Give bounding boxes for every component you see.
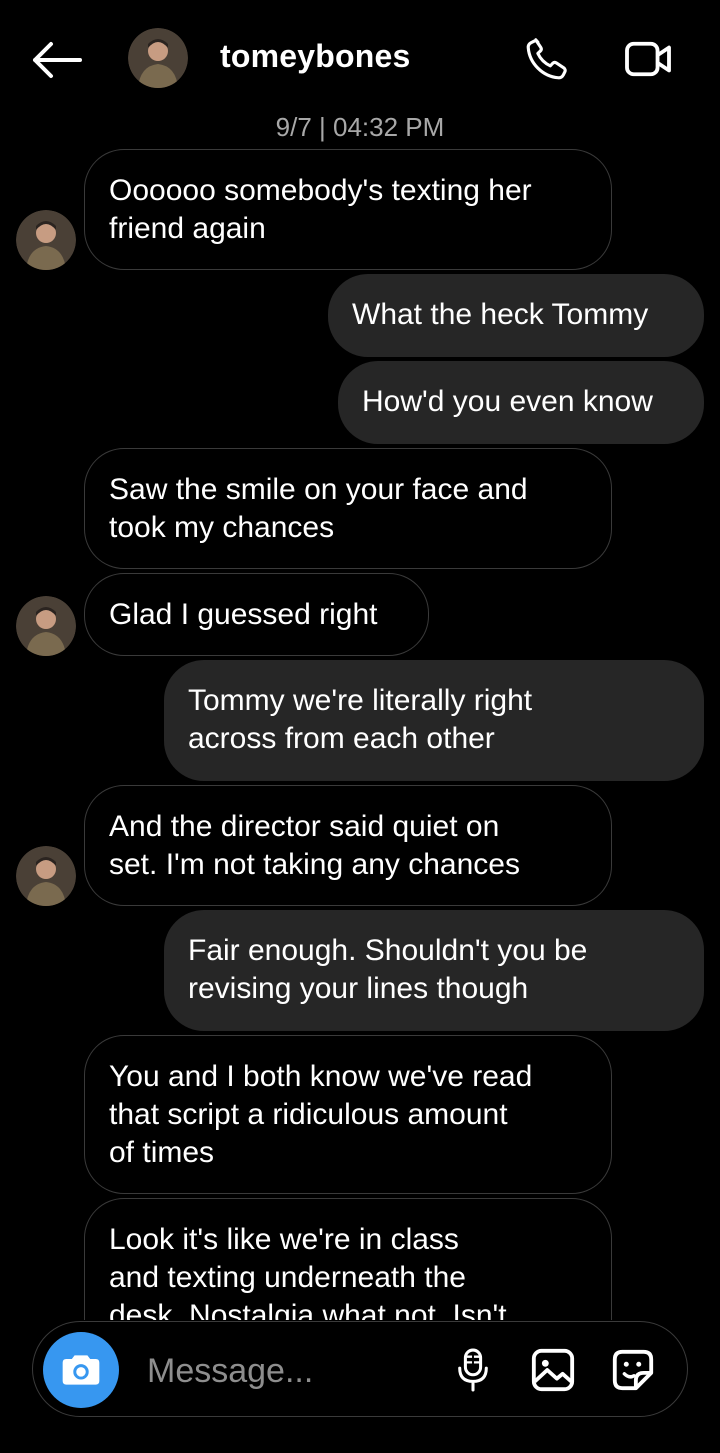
gallery-icon — [531, 1348, 575, 1392]
call-button[interactable] — [520, 32, 574, 86]
back-button[interactable] — [28, 36, 84, 84]
message-bubble-incoming[interactable]: You and I both know we've read that scri… — [84, 1035, 612, 1194]
header-avatar[interactable] — [128, 28, 188, 88]
chat-header: tomeybones — [0, 0, 720, 118]
camera-button[interactable] — [43, 1332, 119, 1408]
message-bubble-incoming[interactable]: Look it's like we're in class and textin… — [84, 1198, 612, 1320]
phone-icon — [526, 38, 567, 80]
message-bubble-incoming[interactable]: Oooooo somebody's texting her friend aga… — [84, 149, 612, 270]
avatar[interactable] — [16, 210, 76, 270]
camera-icon — [62, 1355, 100, 1385]
message-bubble-outgoing[interactable]: Fair enough. Shouldn't you be revising y… — [164, 910, 704, 1031]
message-composer — [32, 1321, 688, 1417]
sticker-icon — [612, 1349, 654, 1391]
message-bubble-outgoing[interactable]: Tommy we're literally right across from … — [164, 660, 704, 781]
username[interactable]: tomeybones — [220, 38, 410, 75]
avatar[interactable] — [16, 846, 76, 906]
sticker-button[interactable] — [609, 1346, 657, 1394]
video-camera-icon — [625, 41, 671, 77]
message-bubble-incoming[interactable]: And the director said quiet on set. I'm … — [84, 785, 612, 906]
message-bubble-incoming[interactable]: Glad I guessed right — [84, 573, 429, 656]
microphone-icon — [458, 1348, 488, 1392]
video-call-button[interactable] — [620, 32, 676, 86]
voice-message-button[interactable] — [449, 1346, 497, 1394]
gallery-button[interactable] — [529, 1346, 577, 1394]
message-bubble-outgoing[interactable]: How'd you even know — [338, 361, 704, 444]
message-list[interactable]: Oooooo somebody's texting her friend aga… — [0, 0, 720, 1320]
message-timestamp: 9/7 | 04:32 PM — [275, 112, 445, 142]
back-arrow-icon — [33, 42, 82, 78]
message-bubble-outgoing[interactable]: What the heck Tommy — [328, 274, 704, 357]
message-bubble-incoming[interactable]: Saw the smile on your face and took my c… — [84, 448, 612, 569]
avatar[interactable] — [16, 596, 76, 656]
message-input[interactable] — [145, 1348, 449, 1394]
